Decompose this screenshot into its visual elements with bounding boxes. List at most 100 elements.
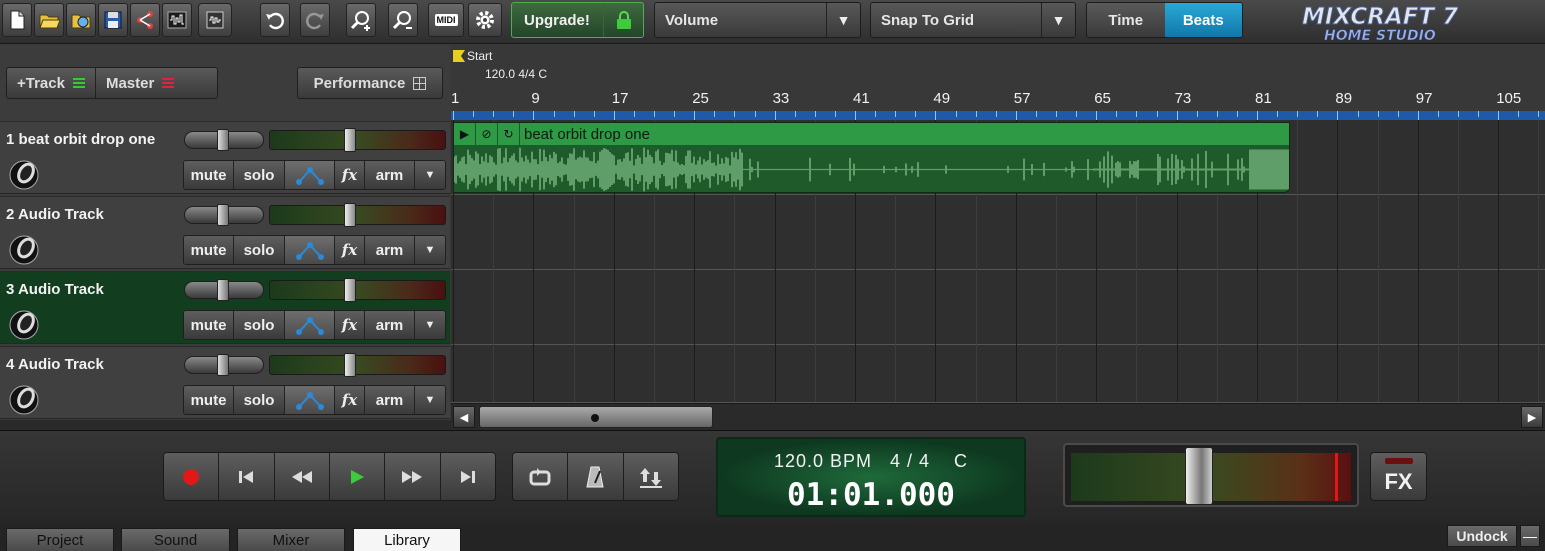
- track-header-selected[interactable]: 3 Audio Track mute solo fx arm ▼: [0, 271, 450, 344]
- track-lane[interactable]: [451, 270, 1545, 345]
- automation-icon[interactable]: [285, 311, 335, 339]
- fx-button[interactable]: fx: [335, 311, 365, 339]
- volume-knob[interactable]: [344, 128, 356, 152]
- fx-button[interactable]: fx: [335, 236, 365, 264]
- record-icon[interactable]: [164, 453, 220, 500]
- play-icon[interactable]: [329, 453, 386, 500]
- scroll-right-icon[interactable]: ▶: [1521, 406, 1543, 428]
- arm-button[interactable]: arm: [365, 161, 415, 189]
- track-menu-button[interactable]: ▼: [415, 386, 445, 414]
- time-button[interactable]: Time: [1087, 3, 1165, 37]
- pan-knob[interactable]: [217, 204, 229, 226]
- master-volume-knob[interactable]: [1185, 447, 1213, 505]
- track-name[interactable]: 2 Audio Track: [6, 206, 104, 223]
- master-button[interactable]: Master: [94, 68, 184, 98]
- clip-header[interactable]: ▶ ⊘ ↻ beat orbit drop one: [454, 123, 1289, 145]
- beats-button[interactable]: Beats: [1164, 3, 1242, 37]
- track-header[interactable]: 4 Audio Track mute solo fx arm ▼: [0, 346, 450, 419]
- tempo-marker-label[interactable]: 120.0 4/4 C: [485, 67, 547, 81]
- start-marker-icon[interactable]: [453, 50, 467, 62]
- volume-knob[interactable]: [344, 278, 356, 302]
- pan-knob[interactable]: [217, 354, 229, 376]
- position-readout[interactable]: 01:01.000: [718, 477, 1024, 513]
- zoom-in-icon[interactable]: [346, 3, 376, 37]
- scroll-thumb[interactable]: [479, 406, 713, 428]
- mute-button[interactable]: mute: [184, 161, 234, 189]
- track-lane[interactable]: [451, 195, 1545, 270]
- share-icon[interactable]: [130, 3, 160, 37]
- audio-clip[interactable]: ▶ ⊘ ↻ beat orbit drop one: [453, 122, 1290, 193]
- track-lane[interactable]: [451, 345, 1545, 403]
- play-clip-icon[interactable]: ▶: [454, 123, 476, 145]
- zoom-out-icon[interactable]: [388, 3, 418, 37]
- minimize-icon[interactable]: —: [1520, 525, 1540, 547]
- open-project-icon[interactable]: [66, 3, 96, 37]
- solo-button[interactable]: solo: [234, 311, 285, 339]
- arm-button[interactable]: arm: [365, 236, 415, 264]
- track-menu-button[interactable]: ▼: [415, 311, 445, 339]
- solo-button[interactable]: solo: [234, 236, 285, 264]
- volume-slider[interactable]: [269, 128, 446, 152]
- upgrade-button[interactable]: Upgrade!: [511, 2, 644, 38]
- volume-slider[interactable]: [269, 203, 446, 227]
- mute-button[interactable]: mute: [184, 386, 234, 414]
- time-display[interactable]: 120.0 BPM 4 / 4 C 01:01.000: [716, 437, 1026, 517]
- tab-mixer[interactable]: Mixer: [237, 528, 345, 551]
- pan-slider[interactable]: [184, 204, 264, 226]
- go-to-end-icon[interactable]: [440, 453, 495, 500]
- undo-icon[interactable]: [260, 3, 290, 37]
- track-name[interactable]: 3 Audio Track: [6, 281, 104, 298]
- mute-clip-icon[interactable]: ⊘: [476, 123, 498, 145]
- start-marker-label[interactable]: Start: [467, 49, 492, 63]
- tempo-readout[interactable]: 120.0 BPM 4 / 4 C: [718, 451, 1024, 472]
- undock-button[interactable]: Undock: [1447, 525, 1517, 547]
- go-to-start-icon[interactable]: [219, 453, 275, 500]
- playback-region-strip[interactable]: [451, 111, 1545, 120]
- open-folder-icon[interactable]: [34, 3, 64, 37]
- track-name[interactable]: 4 Audio Track: [6, 356, 104, 373]
- tab-project[interactable]: Project: [6, 528, 114, 551]
- track-header[interactable]: 2 Audio Track mute solo fx arm ▼: [0, 196, 450, 269]
- redo-icon[interactable]: [300, 3, 330, 37]
- pan-slider[interactable]: [184, 279, 264, 301]
- fx-button[interactable]: fx: [335, 161, 365, 189]
- midi-icon[interactable]: MIDI: [428, 3, 464, 37]
- scroll-left-icon[interactable]: ◀: [453, 406, 475, 428]
- volume-slider[interactable]: [269, 278, 446, 302]
- fast-forward-icon[interactable]: [385, 453, 441, 500]
- pan-knob[interactable]: [217, 279, 229, 301]
- tab-library[interactable]: Library: [353, 528, 461, 551]
- save-icon[interactable]: [98, 3, 128, 37]
- mixdown-icon[interactable]: [623, 453, 678, 500]
- track-lanes[interactable]: ▶ ⊘ ↻ beat orbit drop one: [451, 120, 1545, 403]
- track-menu-button[interactable]: ▼: [415, 236, 445, 264]
- pan-slider[interactable]: [184, 129, 264, 151]
- loop-icon[interactable]: [513, 453, 569, 500]
- track-name[interactable]: 1 beat orbit drop one: [6, 131, 155, 148]
- track-header[interactable]: 1 beat orbit drop one mute solo fx arm ▼: [0, 121, 450, 194]
- import-track-icon[interactable]: [198, 3, 232, 37]
- performance-button[interactable]: Performance: [297, 67, 443, 99]
- rewind-icon[interactable]: [274, 453, 330, 500]
- volume-knob[interactable]: [344, 203, 356, 227]
- volume-slider[interactable]: [269, 353, 446, 377]
- metronome-icon[interactable]: [568, 453, 624, 500]
- add-track-button[interactable]: +Track: [7, 68, 95, 98]
- master-volume[interactable]: [1063, 443, 1359, 507]
- loop-clip-icon[interactable]: ↻: [498, 123, 520, 145]
- arm-button[interactable]: arm: [365, 386, 415, 414]
- automation-icon[interactable]: [285, 386, 335, 414]
- import-audio-icon[interactable]: [162, 3, 192, 37]
- settings-icon[interactable]: [468, 3, 502, 37]
- automation-icon[interactable]: [285, 236, 335, 264]
- mute-button[interactable]: mute: [184, 311, 234, 339]
- timeline-ruler[interactable]: Start 120.0 4/4 C 1 9 17 25 33 41 49 57 65 73 81 89…: [451, 45, 1545, 120]
- automation-icon[interactable]: [285, 161, 335, 189]
- snap-dropdown[interactable]: Snap To Grid ▼: [870, 2, 1076, 38]
- arm-button[interactable]: arm: [365, 311, 415, 339]
- tab-sound[interactable]: Sound: [121, 528, 230, 551]
- volume-dropdown[interactable]: Volume ▼: [654, 2, 861, 38]
- solo-button[interactable]: solo: [234, 161, 285, 189]
- mute-button[interactable]: mute: [184, 236, 234, 264]
- track-menu-button[interactable]: ▼: [415, 161, 445, 189]
